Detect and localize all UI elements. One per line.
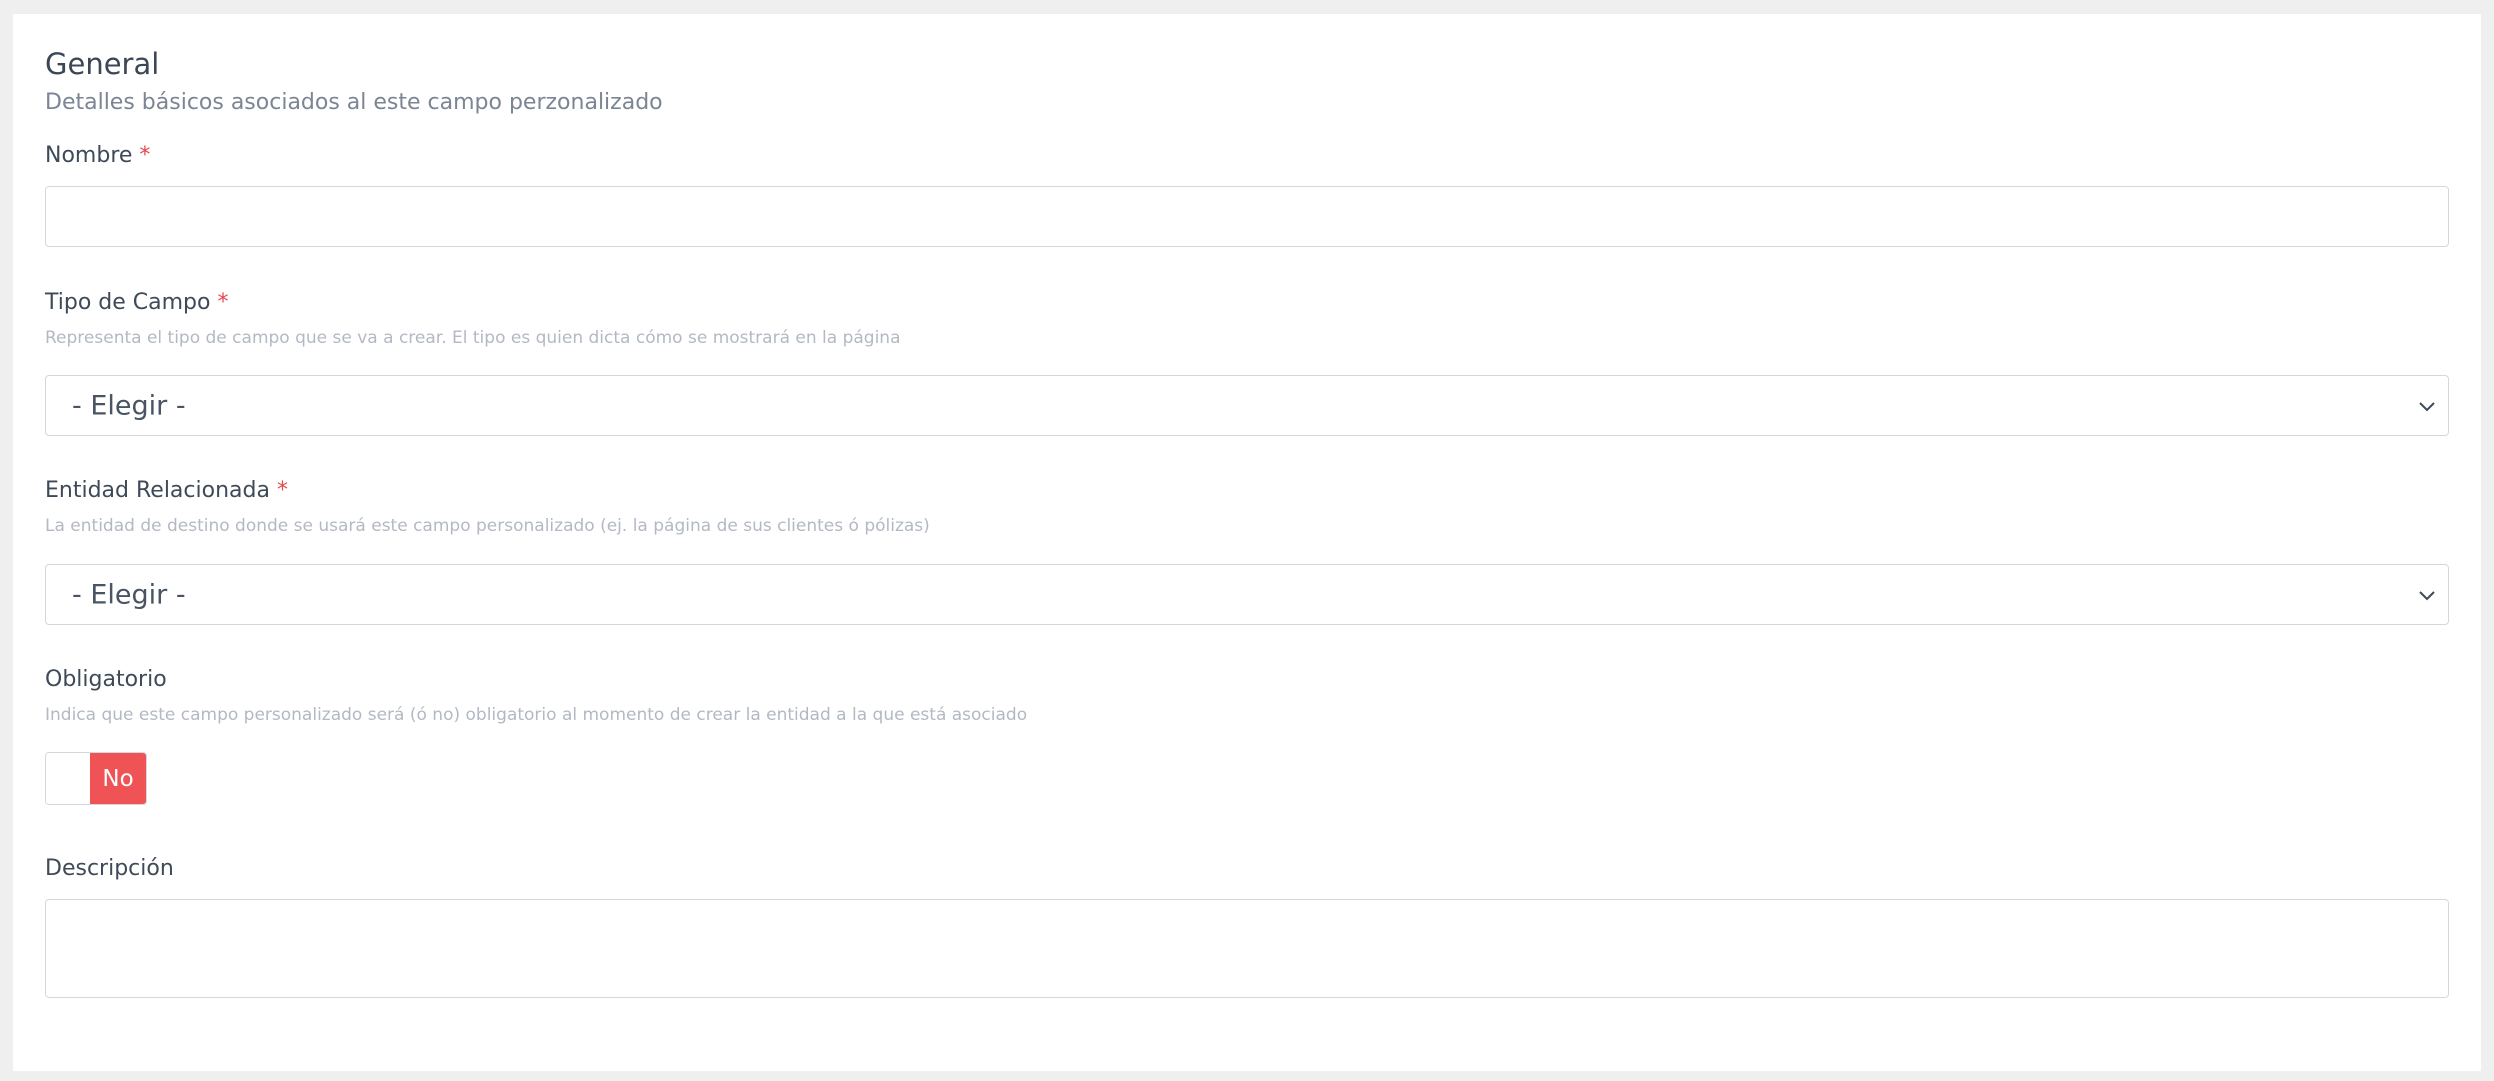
required-mark: * [276,478,288,503]
obligatorio-label-text: Obligatorio [45,667,167,692]
nombre-label-text: Nombre [45,143,133,168]
nombre-label: Nombre * [45,143,150,168]
descripcion-textarea[interactable] [45,899,2449,998]
descripcion-label: Descripción [45,856,174,881]
toggle-knob [46,753,90,804]
obligatorio-toggle[interactable]: No [45,752,147,805]
obligatorio-label: Obligatorio [45,667,167,692]
tipo-campo-label-text: Tipo de Campo [45,290,211,315]
nombre-input[interactable] [45,186,2449,247]
toggle-off-label: No [90,753,146,804]
tipo-campo-select[interactable]: - Elegir - [45,375,2449,436]
entidad-select[interactable]: - Elegir - [45,564,2449,625]
entidad-label-text: Entidad Relacionada [45,478,270,503]
section-title: General [45,47,160,81]
required-mark: * [139,143,151,168]
section-subtitle: Detalles básicos asociados al este campo… [45,90,663,115]
chevron-down-icon [2419,590,2435,600]
tipo-campo-help: Representa el tipo de campo que se va a … [45,328,901,348]
required-mark: * [217,290,229,315]
chevron-down-icon [2419,401,2435,411]
form-card: General Detalles básicos asociados al es… [13,14,2481,1071]
descripcion-label-text: Descripción [45,856,174,881]
tipo-campo-label: Tipo de Campo * [45,290,228,315]
entidad-help: La entidad de destino donde se usará est… [45,516,930,536]
obligatorio-help: Indica que este campo personalizado será… [45,705,1028,725]
tipo-campo-selected: - Elegir - [72,390,186,421]
entidad-label: Entidad Relacionada * [45,478,288,503]
entidad-selected: - Elegir - [72,579,186,610]
